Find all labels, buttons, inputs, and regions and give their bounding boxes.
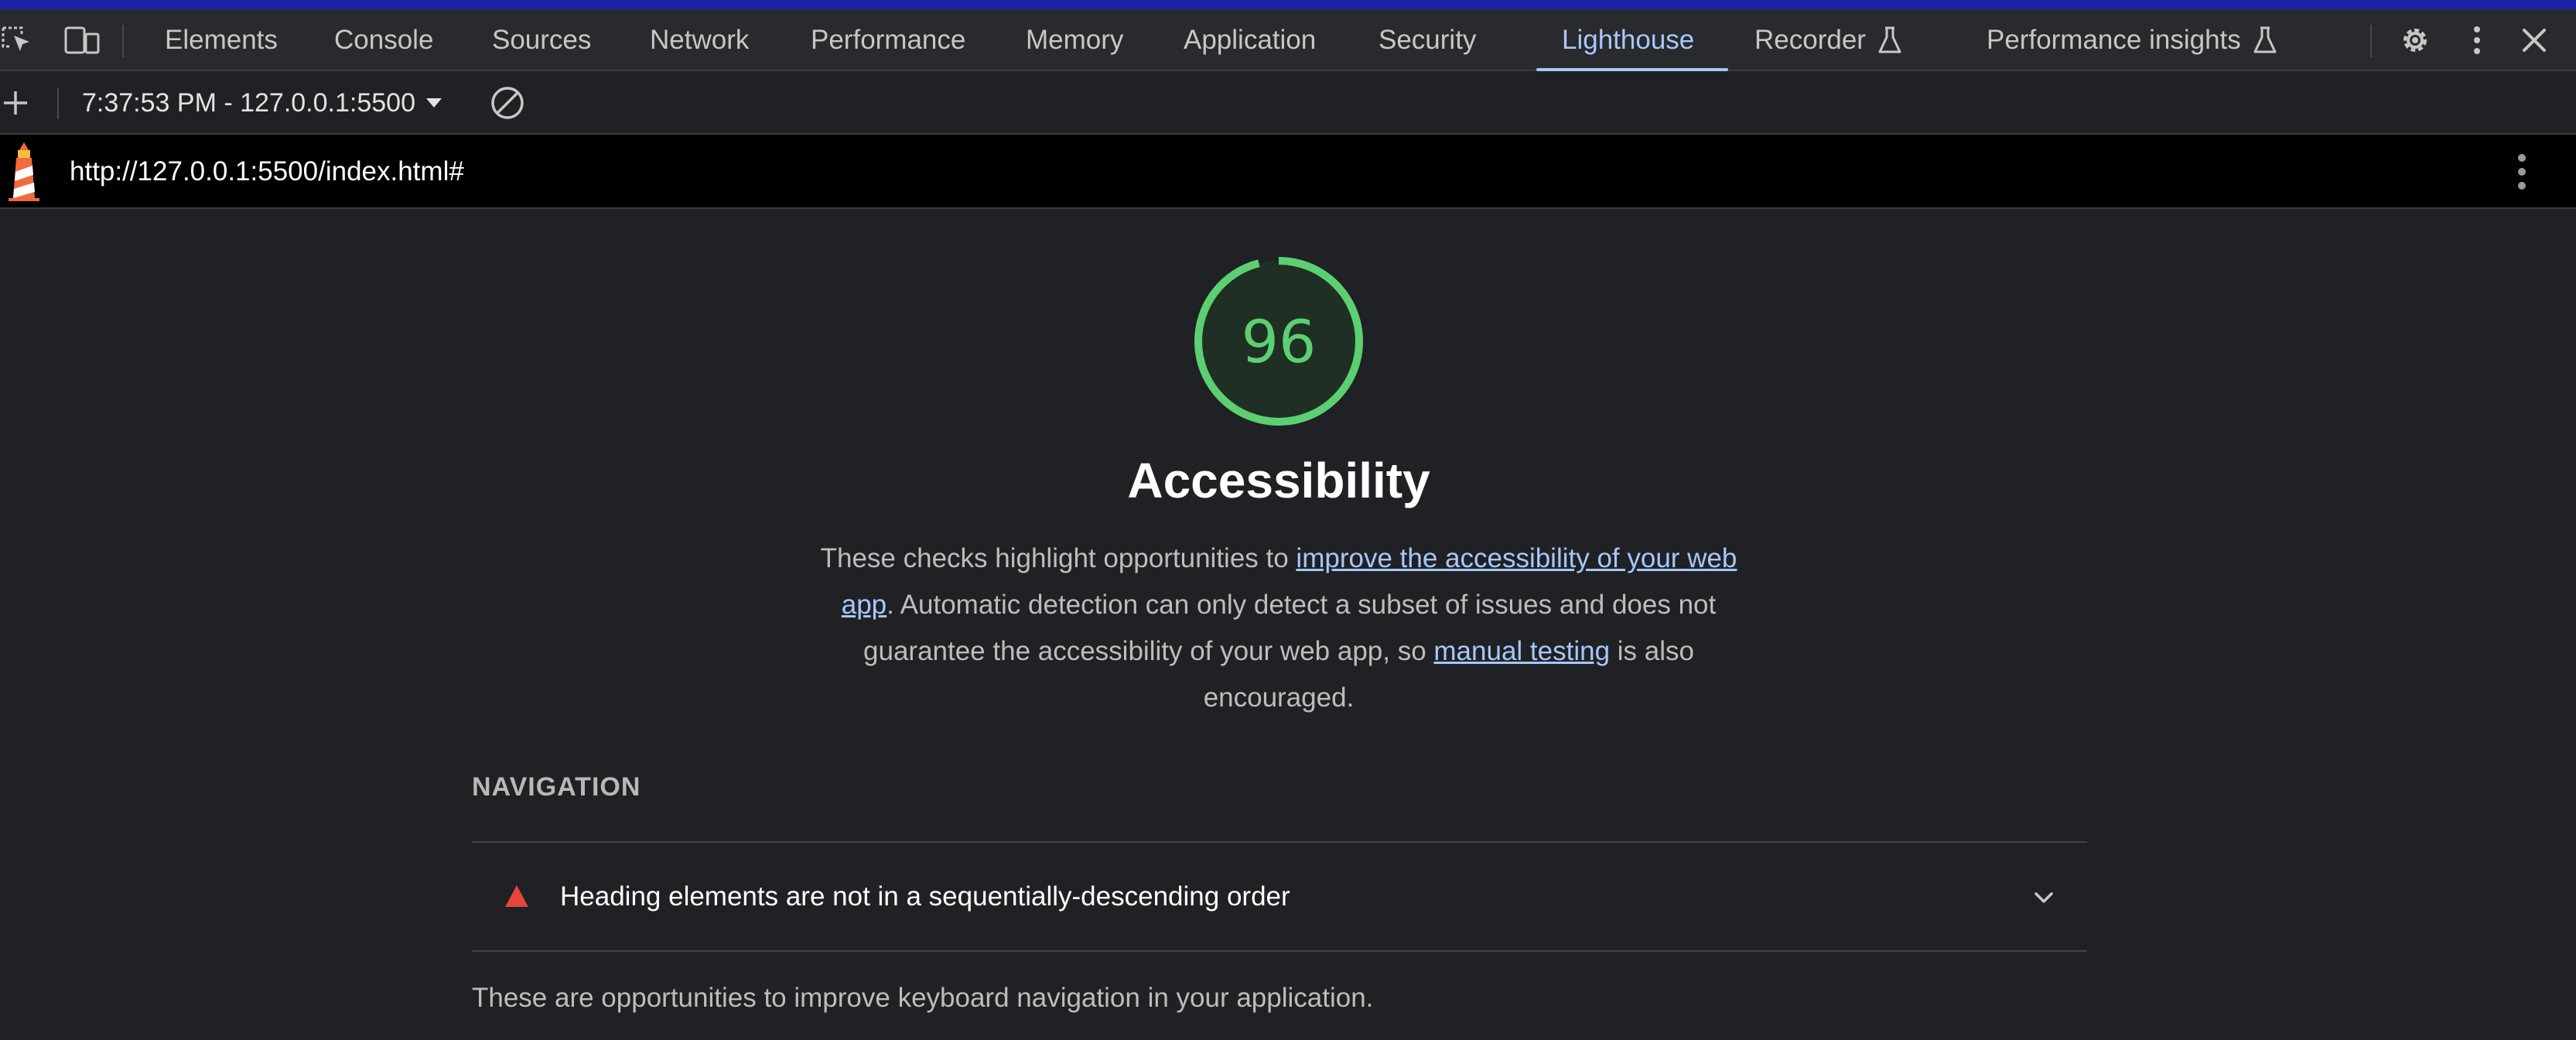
- toolbar-separator: [2370, 25, 2372, 57]
- add-report-icon[interactable]: [0, 71, 31, 135]
- report-url[interactable]: http://127.0.0.1:5500/index.html#: [70, 135, 464, 209]
- divider: [472, 841, 2087, 843]
- device-toolbar-icon[interactable]: [60, 9, 104, 71]
- audit-row[interactable]: Heading elements are not in a sequential…: [472, 843, 2087, 950]
- manual-testing-link[interactable]: manual testing: [1433, 636, 1610, 666]
- fail-triangle-icon: [505, 885, 528, 907]
- toolbar-separator: [122, 25, 124, 57]
- more-options-icon[interactable]: [2460, 9, 2494, 71]
- audit-title: Heading elements are not in a sequential…: [560, 881, 1290, 912]
- tab-performance-insights[interactable]: Performance insights: [1987, 9, 2278, 71]
- toolbar-separator: [57, 88, 59, 119]
- tab-performance-insights-label: Performance insights: [1987, 25, 2241, 55]
- tab-memory[interactable]: Memory: [1026, 9, 1123, 71]
- score-value: 96: [1241, 306, 1317, 376]
- category-description: These checks highlight opportunities to …: [805, 535, 1753, 721]
- clear-icon[interactable]: [486, 71, 529, 135]
- tab-performance[interactable]: Performance: [811, 9, 965, 71]
- lighthouse-report-toolbar: 7:37:53 PM - 127.0.0.1:5500: [0, 71, 2576, 135]
- category-description-text: These checks highlight opportunities to: [820, 543, 1297, 573]
- settings-gear-icon[interactable]: [2395, 9, 2435, 71]
- tab-lighthouse[interactable]: Lighthouse: [1562, 9, 1694, 71]
- tab-recorder-label: Recorder: [1754, 25, 1866, 55]
- inspect-element-icon[interactable]: [0, 9, 34, 71]
- audit-group-title: NAVIGATION: [472, 772, 641, 802]
- tab-security[interactable]: Security: [1379, 9, 1476, 71]
- dropdown-arrow-icon: [425, 97, 443, 109]
- close-icon[interactable]: [2516, 9, 2553, 71]
- divider: [472, 950, 2087, 952]
- report-selector-label: 7:37:53 PM - 127.0.0.1:5500: [82, 87, 415, 118]
- audit-group-description: These are opportunities to improve keybo…: [472, 983, 1374, 1013]
- category-title: Accessibility: [1127, 453, 1430, 508]
- report-selector[interactable]: 7:37:53 PM - 127.0.0.1:5500: [82, 71, 443, 135]
- report-url-bar: http://127.0.0.1:5500/index.html#: [0, 135, 2576, 209]
- experimental-flask-icon: [2252, 26, 2278, 55]
- tab-elements[interactable]: Elements: [165, 9, 278, 71]
- tab-sources[interactable]: Sources: [492, 9, 591, 71]
- tab-recorder[interactable]: Recorder: [1754, 9, 1903, 71]
- more-vertical-icon[interactable]: [2506, 135, 2537, 209]
- window-top-accent: [0, 0, 2576, 9]
- tab-application[interactable]: Application: [1184, 9, 1316, 71]
- tab-console[interactable]: Console: [334, 9, 433, 71]
- devtools-tab-bar: Elements Console Sources Network Perform…: [0, 9, 2576, 71]
- experimental-flask-icon: [1877, 26, 1903, 55]
- lighthouse-logo-icon: [5, 135, 43, 209]
- tab-network[interactable]: Network: [650, 9, 749, 71]
- chevron-down-icon[interactable]: [2028, 882, 2059, 913]
